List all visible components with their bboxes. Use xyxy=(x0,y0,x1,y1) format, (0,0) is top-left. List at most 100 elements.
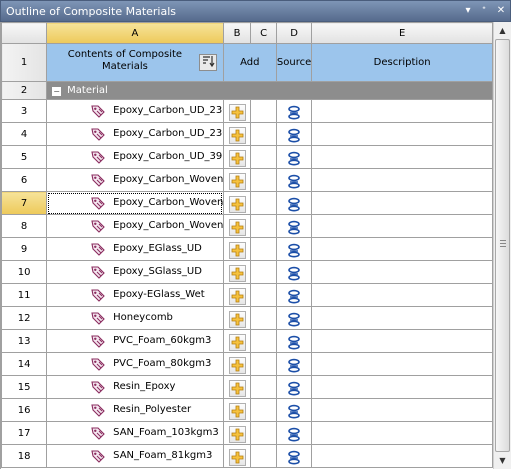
plus-icon[interactable] xyxy=(228,172,246,190)
material-cell[interactable]: Epoxy_SGlass_UD xyxy=(46,260,224,284)
c-cell[interactable] xyxy=(250,352,277,376)
material-cell[interactable]: SAN_Foam_103kgm3 xyxy=(46,421,224,445)
plus-icon[interactable] xyxy=(228,126,246,144)
row-number[interactable]: 5 xyxy=(1,145,48,169)
description-cell[interactable] xyxy=(311,260,493,284)
pin-icon[interactable]: ᐩ xyxy=(477,4,491,18)
table-row-12[interactable]: 12 Honeycomb xyxy=(1,306,493,330)
c-cell[interactable] xyxy=(250,145,277,169)
material-cell[interactable]: PVC_Foam_60kgm3 xyxy=(46,329,224,353)
description-cell[interactable] xyxy=(311,168,493,192)
row-number[interactable]: 1 xyxy=(1,43,48,82)
row-number[interactable]: 11 xyxy=(1,283,48,307)
c-cell[interactable] xyxy=(250,421,277,445)
description-cell[interactable] xyxy=(311,283,493,307)
row-number[interactable]: 2 xyxy=(1,81,48,100)
material-cell[interactable]: Epoxy_Carbon_Woven xyxy=(46,191,224,215)
material-cell[interactable]: Epoxy_Carbon_UD_230 xyxy=(46,122,224,146)
row-number[interactable]: 9 xyxy=(1,237,48,261)
c-cell[interactable] xyxy=(250,168,277,192)
column-header-c[interactable]: C xyxy=(250,22,277,44)
material-cell[interactable]: SAN_Foam_81kgm3 xyxy=(46,444,224,468)
source-cell[interactable] xyxy=(275,214,313,238)
source-cell[interactable] xyxy=(275,191,313,215)
source-cell[interactable] xyxy=(275,168,313,192)
description-cell[interactable] xyxy=(311,191,493,215)
plus-icon[interactable] xyxy=(228,333,246,351)
plus-icon[interactable] xyxy=(228,310,246,328)
source-cell[interactable] xyxy=(275,260,313,284)
row-number[interactable]: 18 xyxy=(1,444,48,468)
row-number[interactable]: 13 xyxy=(1,329,48,353)
description-cell[interactable] xyxy=(311,214,493,238)
add-cell[interactable] xyxy=(222,122,252,146)
c-cell[interactable] xyxy=(250,260,277,284)
table-row-16[interactable]: 16 Resin_Polyester xyxy=(1,398,493,422)
table-row-10[interactable]: 10 Epoxy_SGlass_UD xyxy=(1,260,493,284)
add-cell[interactable] xyxy=(222,99,252,123)
c-cell[interactable] xyxy=(250,329,277,353)
material-cell[interactable]: Resin_Polyester xyxy=(46,398,224,422)
table-row-7[interactable]: 7 Epoxy_Carbon_Woven xyxy=(1,191,493,215)
material-cell[interactable]: Honeycomb xyxy=(46,306,224,330)
column-header-a[interactable]: A xyxy=(46,22,224,44)
plus-icon[interactable] xyxy=(228,402,246,420)
description-cell[interactable] xyxy=(311,444,493,468)
c-cell[interactable] xyxy=(250,237,277,261)
c-cell[interactable] xyxy=(250,398,277,422)
corner-cell[interactable] xyxy=(1,22,48,44)
c-cell[interactable] xyxy=(250,214,277,238)
source-cell[interactable] xyxy=(275,352,313,376)
row-number[interactable]: 6 xyxy=(1,168,48,192)
material-cell[interactable]: Resin_Epoxy xyxy=(46,375,224,399)
add-cell[interactable] xyxy=(222,421,252,445)
add-cell[interactable] xyxy=(222,444,252,468)
description-cell[interactable] xyxy=(311,398,493,422)
plus-icon[interactable] xyxy=(228,287,246,305)
add-cell[interactable] xyxy=(222,375,252,399)
description-cell[interactable] xyxy=(311,421,493,445)
c-cell[interactable] xyxy=(250,99,277,123)
row-number[interactable]: 12 xyxy=(1,306,48,330)
table-row-3[interactable]: 3 Epoxy_Carbon_UD_230 xyxy=(1,99,493,123)
row-number[interactable]: 7 xyxy=(1,191,48,215)
row-number[interactable]: 16 xyxy=(1,398,48,422)
collapse-icon[interactable]: − xyxy=(52,87,62,96)
add-cell[interactable] xyxy=(222,352,252,376)
table-row-18[interactable]: 18 SAN_Foam_81kgm3 xyxy=(1,444,493,468)
description-cell[interactable] xyxy=(311,329,493,353)
material-cell[interactable]: Epoxy_Carbon_Woven xyxy=(46,214,224,238)
scroll-up-icon[interactable]: ▲ xyxy=(494,22,511,39)
table-row-5[interactable]: 5 Epoxy_Carbon_UD_395 xyxy=(1,145,493,169)
plus-icon[interactable] xyxy=(228,241,246,259)
add-cell[interactable] xyxy=(222,237,252,261)
table-row-9[interactable]: 9 Epoxy_EGlass_UD xyxy=(1,237,493,261)
c-cell[interactable] xyxy=(250,283,277,307)
plus-icon[interactable] xyxy=(228,356,246,374)
material-cell[interactable]: Epoxy_EGlass_UD xyxy=(46,237,224,261)
table-row-8[interactable]: 8 Epoxy_Carbon_Woven xyxy=(1,214,493,238)
close-icon[interactable]: ✕ xyxy=(494,4,508,18)
add-cell[interactable] xyxy=(222,398,252,422)
sort-icon[interactable] xyxy=(198,54,217,71)
source-cell[interactable] xyxy=(275,145,313,169)
plus-icon[interactable] xyxy=(228,103,246,121)
row-number[interactable]: 3 xyxy=(1,99,48,123)
plus-icon[interactable] xyxy=(228,448,246,466)
column-header-d[interactable]: D xyxy=(275,22,313,44)
add-cell[interactable] xyxy=(222,329,252,353)
table-row-14[interactable]: 14 PVC_Foam_80kgm3 xyxy=(1,352,493,376)
description-cell[interactable] xyxy=(311,375,493,399)
source-cell[interactable] xyxy=(275,329,313,353)
table-row-15[interactable]: 15 Resin_Epoxy xyxy=(1,375,493,399)
plus-icon[interactable] xyxy=(228,218,246,236)
c-cell[interactable] xyxy=(250,444,277,468)
c-cell[interactable] xyxy=(250,122,277,146)
plus-icon[interactable] xyxy=(228,195,246,213)
description-cell[interactable] xyxy=(311,99,493,123)
table-row-11[interactable]: 11 Epoxy-EGlass_Wet xyxy=(1,283,493,307)
add-cell[interactable] xyxy=(222,306,252,330)
plus-icon[interactable] xyxy=(228,425,246,443)
material-cell[interactable]: Epoxy_Carbon_UD_395 xyxy=(46,145,224,169)
add-cell[interactable] xyxy=(222,191,252,215)
